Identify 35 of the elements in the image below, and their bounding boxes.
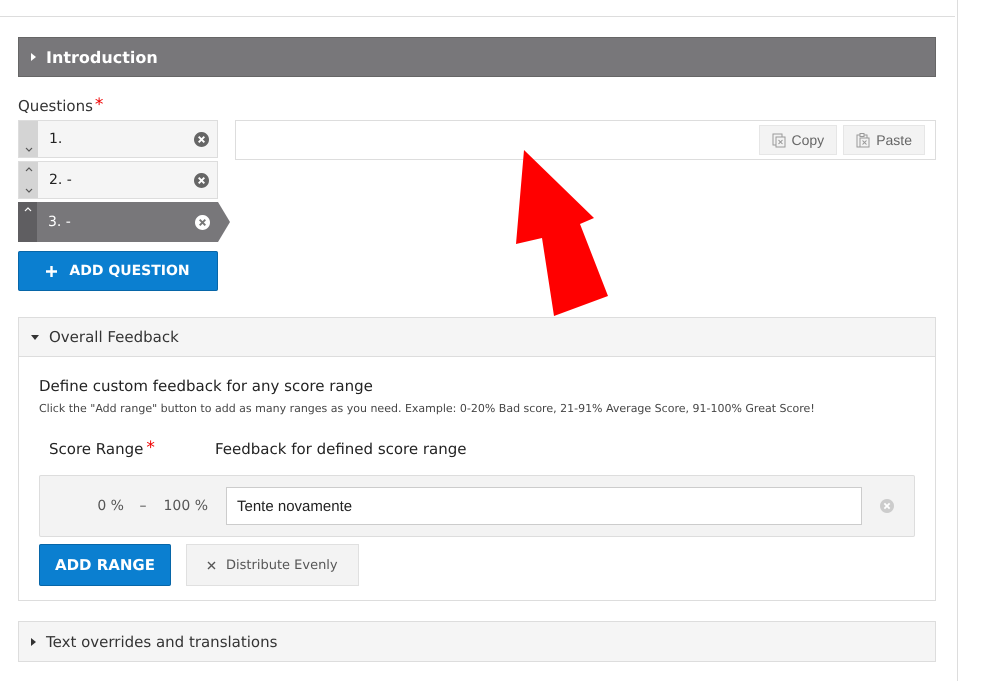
question-label: 3. - [47, 214, 72, 230]
move-down-icon[interactable] [24, 147, 32, 152]
copy-button[interactable]: Copy [758, 125, 838, 155]
remove-icon[interactable] [195, 214, 210, 230]
required-asterisk: * [146, 440, 155, 458]
question-tab[interactable]: 2. - [18, 161, 218, 199]
range-from: 0 % [96, 498, 124, 514]
feedback-input[interactable]: Tente novamente [226, 487, 862, 525]
range-to: 100 % [162, 498, 208, 514]
remove-icon[interactable] [194, 132, 209, 146]
add-question-button[interactable]: ADD QUESTION [18, 251, 218, 291]
paste-button[interactable]: Paste [843, 125, 925, 155]
remove-icon[interactable] [194, 172, 209, 188]
move-down-icon[interactable] [24, 188, 32, 193]
clipboard-icon [772, 132, 786, 148]
questions-label: Questions [18, 97, 93, 115]
clipboard-icon [856, 132, 870, 148]
feedback-heading: Define custom feedback for any score range [39, 377, 374, 395]
feedback-description: Click the "Add range" button to add as many ranges as you need. Example: 0-20% Bad score, 21-91% Average Score, 91-100% Great Score! [39, 402, 816, 415]
question-label: 1. [48, 131, 64, 147]
question-label: 2. - [48, 172, 73, 188]
introduction-header[interactable]: Introduction [18, 37, 936, 77]
add-range-button[interactable]: ADD RANGE [39, 544, 171, 586]
question-tab[interactable]: 3. - [18, 202, 230, 242]
feedback-column-label: Feedback for defined score range [215, 440, 467, 458]
range-separator: – [138, 498, 148, 514]
question-tab[interactable]: 1. [18, 120, 218, 158]
close-icon [207, 560, 216, 570]
plus-icon [46, 266, 58, 276]
move-up-icon[interactable] [24, 167, 32, 172]
distribute-evenly-button[interactable]: Distribute Evenly [186, 544, 359, 586]
overall-feedback-header[interactable]: Overall Feedback [19, 318, 935, 357]
text-overrides-header[interactable]: Text overrides and translations [19, 622, 935, 661]
required-asterisk: * [94, 97, 104, 115]
score-range-label: Score Range [49, 440, 144, 458]
